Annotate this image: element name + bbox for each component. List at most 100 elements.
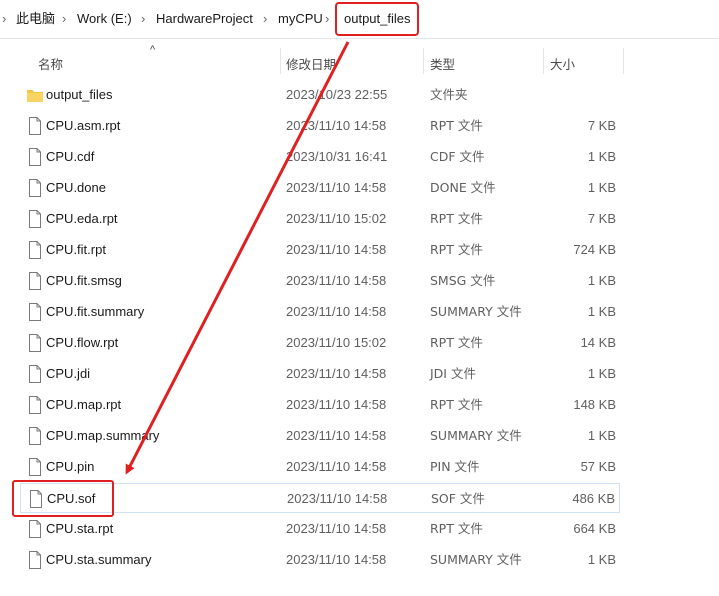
file-size: 664 KB xyxy=(573,521,616,536)
file-size: 148 KB xyxy=(573,397,616,412)
column-divider[interactable] xyxy=(280,48,281,74)
file-icon xyxy=(29,458,41,476)
breadcrumb-item-hardwareproject[interactable]: HardwareProject xyxy=(156,10,253,28)
file-size: 7 KB xyxy=(587,118,616,133)
file-icon xyxy=(29,396,41,414)
file-date: 2023/11/10 15:02 xyxy=(286,211,387,226)
file-type: DONE 文件 xyxy=(430,180,496,195)
breadcrumb-chevron-icon[interactable]: › xyxy=(2,10,6,28)
column-divider[interactable] xyxy=(623,48,624,74)
file-row-cpu-done[interactable]: CPU.done 2023/11/10 14:58 DONE 文件 1 KB xyxy=(20,173,620,203)
file-type: 文件夹 xyxy=(430,87,468,102)
file-type: RPT 文件 xyxy=(430,397,483,412)
file-type: SUMMARY 文件 xyxy=(430,304,522,319)
file-name: CPU.map.summary xyxy=(46,428,160,443)
file-date: 2023/11/10 14:58 xyxy=(286,180,387,195)
file-row-cpu-fit-smsg[interactable]: CPU.fit.smsg 2023/11/10 14:58 SMSG 文件 1 KB xyxy=(20,266,620,296)
file-name: CPU.sta.summary xyxy=(46,552,152,567)
file-size: 486 KB xyxy=(572,491,615,506)
file-icon xyxy=(29,241,41,259)
file-row-cpu-sta-summary[interactable]: CPU.sta.summary 2023/11/10 14:58 SUMMARY 文… xyxy=(20,545,620,575)
file-row-cpu-fit-rpt[interactable]: CPU.fit.rpt 2023/11/10 14:58 RPT 文件 724 KB xyxy=(20,235,620,265)
file-name: output_files xyxy=(46,87,113,102)
file-type: RPT 文件 xyxy=(430,335,483,350)
file-row-cpu-sta-rpt[interactable]: CPU.sta.rpt 2023/11/10 14:58 RPT 文件 664 KB xyxy=(20,514,620,544)
file-icon xyxy=(29,272,41,290)
file-date: 2023/11/10 14:58 xyxy=(286,428,387,443)
file-name: CPU.fit.smsg xyxy=(46,273,122,288)
file-icon xyxy=(29,179,41,197)
file-icon xyxy=(29,365,41,383)
file-icon xyxy=(29,148,41,166)
file-name: CPU.asm.rpt xyxy=(46,118,121,133)
file-date: 2023/11/10 14:58 xyxy=(286,242,387,257)
file-type: SOF 文件 xyxy=(431,491,485,506)
annotation-highlight-file xyxy=(12,480,114,517)
file-size: 724 KB xyxy=(573,242,616,257)
column-header-name[interactable]: 名称 xyxy=(38,54,63,73)
breadcrumb-item-this-pc[interactable]: 此电脑 xyxy=(16,10,55,28)
file-size: 1 KB xyxy=(587,366,616,381)
file-name: CPU.done xyxy=(46,180,106,195)
column-divider[interactable] xyxy=(423,48,424,74)
file-name: CPU.fit.summary xyxy=(46,304,145,319)
file-type: SUMMARY 文件 xyxy=(430,428,522,443)
annotation-highlight-breadcrumb xyxy=(335,2,419,36)
file-size: 1 KB xyxy=(587,552,616,567)
file-date: 2023/11/10 14:58 xyxy=(286,521,387,536)
file-date: 2023/11/10 14:58 xyxy=(286,397,387,412)
breadcrumb-chevron-icon[interactable]: › xyxy=(263,10,267,28)
file-name: CPU.sta.rpt xyxy=(46,521,114,536)
file-row-cpu-map-summary[interactable]: CPU.map.summary 2023/11/10 14:58 SUMMARY 文… xyxy=(20,421,620,451)
folder-icon xyxy=(27,90,43,102)
file-row-output-files[interactable]: output_files 2023/10/23 22:55 文件夹 xyxy=(20,80,620,110)
file-date: 2023/11/10 14:58 xyxy=(286,552,387,567)
file-size: 57 KB xyxy=(580,459,616,474)
file-type: SMSG 文件 xyxy=(430,273,496,288)
breadcrumb-chevron-icon[interactable]: › xyxy=(325,10,329,28)
file-row-cpu-pin[interactable]: CPU.pin 2023/11/10 14:58 PIN 文件 57 KB xyxy=(20,452,620,482)
file-size: 14 KB xyxy=(580,335,616,350)
file-name: CPU.cdf xyxy=(46,149,95,164)
file-type: RPT 文件 xyxy=(430,521,483,536)
breadcrumb-item-mycpu[interactable]: myCPU xyxy=(278,10,323,28)
file-date: 2023/11/10 14:58 xyxy=(286,118,387,133)
file-date: 2023/10/31 16:41 xyxy=(286,149,388,164)
file-name: CPU.pin xyxy=(46,459,95,474)
file-size: 7 KB xyxy=(587,211,616,226)
column-header-size[interactable]: 大小 xyxy=(550,54,575,73)
column-header-date[interactable]: 修改日期 xyxy=(286,54,336,73)
file-row-cpu-jdi[interactable]: CPU.jdi 2023/11/10 14:58 JDI 文件 1 KB xyxy=(20,359,620,389)
file-name: CPU.fit.rpt xyxy=(46,242,106,257)
file-name: CPU.eda.rpt xyxy=(46,211,118,226)
file-size: 1 KB xyxy=(587,304,616,319)
file-row-cpu-fit-summary[interactable]: CPU.fit.summary 2023/11/10 14:58 SUMMARY 文… xyxy=(20,297,620,327)
file-icon xyxy=(29,210,41,228)
breadcrumb-chevron-icon[interactable]: › xyxy=(141,10,145,28)
file-type: SUMMARY 文件 xyxy=(430,552,522,567)
file-row-cpu-flow-rpt[interactable]: CPU.flow.rpt 2023/11/10 15:02 RPT 文件 14 KB xyxy=(20,328,620,358)
file-type: PIN 文件 xyxy=(430,459,480,474)
breadcrumb-chevron-icon[interactable]: › xyxy=(62,10,66,28)
breadcrumb-item-work-drive[interactable]: Work (E:) xyxy=(77,10,132,28)
file-date: 2023/11/10 14:58 xyxy=(286,304,387,319)
file-date: 2023/11/10 14:58 xyxy=(287,491,388,506)
file-icon xyxy=(29,334,41,352)
file-icon xyxy=(29,551,41,569)
file-type: RPT 文件 xyxy=(430,118,483,133)
file-date: 2023/11/10 14:58 xyxy=(286,366,387,381)
file-icon xyxy=(29,117,41,135)
file-row-cpu-map-rpt[interactable]: CPU.map.rpt 2023/11/10 14:58 RPT 文件 148 KB xyxy=(20,390,620,420)
file-icon xyxy=(29,520,41,538)
column-headers: ^ 名称 修改日期 类型 大小 xyxy=(0,44,719,76)
file-size: 1 KB xyxy=(587,428,616,443)
column-divider[interactable] xyxy=(543,48,544,74)
file-row-cpu-asm-rpt[interactable]: CPU.asm.rpt 2023/11/10 14:58 RPT 文件 7 KB xyxy=(20,111,620,141)
column-header-type[interactable]: 类型 xyxy=(430,54,455,73)
file-type: RPT 文件 xyxy=(430,211,483,226)
file-row-cpu-eda-rpt[interactable]: CPU.eda.rpt 2023/11/10 15:02 RPT 文件 7 KB xyxy=(20,204,620,234)
file-size: 1 KB xyxy=(587,149,616,164)
breadcrumb: › 此电脑 › Work (E:) › HardwareProject › my… xyxy=(0,0,719,39)
file-type: CDF 文件 xyxy=(430,149,485,164)
file-row-cpu-cdf[interactable]: CPU.cdf 2023/10/31 16:41 CDF 文件 1 KB xyxy=(20,142,620,172)
